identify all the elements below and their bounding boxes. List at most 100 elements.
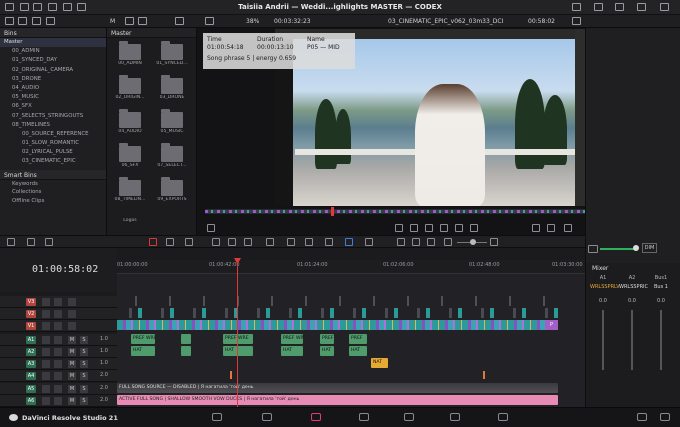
media-pool-label[interactable]: M	[110, 18, 115, 25]
a5-clip[interactable]: FULL SONG SOURCE — DISABLED | Я нагатила…	[117, 383, 558, 393]
track-visibility-icon[interactable]	[68, 322, 76, 330]
loop-icon[interactable]	[470, 224, 478, 232]
bin-item[interactable]: 08_TIMELINES	[0, 121, 106, 130]
bin-item[interactable]: 00_ADMIN	[0, 47, 106, 56]
track-lock-icon[interactable]	[42, 360, 50, 368]
deliver-page-icon[interactable]	[498, 413, 508, 421]
bin-subitem[interactable]: 03_CINEMATIC_EPIC	[0, 157, 106, 166]
track-link-icon[interactable]	[54, 298, 62, 306]
track-solo-button[interactable]: S	[80, 348, 88, 356]
track-header-v2[interactable]: V2	[0, 308, 117, 320]
a1-clip[interactable]: PREF WRE	[223, 334, 253, 344]
viewer-mode-icon[interactable]	[207, 224, 215, 232]
v3-clip-strip[interactable]	[117, 296, 558, 306]
timeline-playhead[interactable]	[237, 263, 238, 407]
track-mute-button[interactable]: M	[68, 372, 76, 380]
a1-clip[interactable]: PREF WRE	[281, 334, 303, 344]
marker-icon[interactable]	[345, 238, 353, 246]
a3-clip[interactable]: NAT	[371, 358, 388, 368]
a1-clip[interactable]	[181, 334, 191, 344]
mixer-icon[interactable]	[594, 3, 603, 11]
track-mute-button[interactable]: M	[68, 348, 76, 356]
lock-icon[interactable]	[305, 238, 313, 246]
track-header-v3[interactable]: V3	[0, 296, 117, 308]
track-lock-icon[interactable]	[42, 322, 50, 330]
folder-tile[interactable]: 00_ADMIN	[110, 41, 150, 72]
settings-page-icon[interactable]	[660, 413, 670, 421]
track-solo-button[interactable]: S	[80, 336, 88, 344]
bin-subitem[interactable]: 02_LYRICAL_PULSE	[0, 148, 106, 157]
zoom-detail-icon[interactable]	[412, 238, 420, 246]
audio-icon[interactable]	[27, 238, 35, 246]
settings-icon[interactable]	[660, 3, 669, 11]
fairlight-page-icon[interactable]	[450, 413, 460, 421]
overwrite-icon[interactable]	[228, 238, 236, 246]
list-view-icon[interactable]	[138, 17, 147, 25]
snap-icon[interactable]	[266, 238, 274, 246]
color-marker-icon[interactable]	[365, 238, 373, 246]
track-link-icon[interactable]	[54, 385, 62, 393]
track-link-icon[interactable]	[54, 310, 62, 318]
v2-clip-strip[interactable]	[117, 308, 558, 318]
match-frame-icon[interactable]	[564, 224, 572, 232]
bin-item[interactable]: 02_ORIGINAL_CAMERA	[0, 66, 106, 75]
replace-icon[interactable]	[244, 238, 252, 246]
layout-toggle-icon[interactable]	[5, 17, 14, 25]
layout-icon[interactable]	[7, 238, 15, 246]
more-options-icon[interactable]	[572, 17, 581, 25]
track-link-icon[interactable]	[54, 348, 62, 356]
dim-button[interactable]: DIM	[642, 243, 657, 253]
track-visibility-icon[interactable]	[68, 298, 76, 306]
color-page-icon[interactable]	[404, 413, 414, 421]
track-lock-icon[interactable]	[42, 298, 50, 306]
a4-clip[interactable]	[230, 371, 232, 379]
zoom-slider-handle[interactable]	[470, 239, 476, 245]
zoom-in-icon[interactable]	[490, 238, 498, 246]
bin-subitem[interactable]: 01_SLOW_ROMANTIC	[0, 139, 106, 148]
timeline-ruler[interactable]: 01:00:00:00 01:00:42:00 01:01:24:00 01:0…	[117, 260, 585, 274]
track-header-a6[interactable]: A6 M S 2.0	[0, 395, 117, 407]
fader-track[interactable]	[631, 310, 633, 370]
timeline-timecode[interactable]: 01:00:58:02	[32, 264, 98, 275]
folder-tile[interactable]: 06_SFX	[110, 143, 150, 174]
bin-master[interactable]: Master	[0, 38, 106, 48]
track-solo-button[interactable]: S	[80, 372, 88, 380]
track-mute-button[interactable]: M	[68, 397, 76, 405]
sort-icon[interactable]	[46, 17, 55, 25]
track-header-a3[interactable]: A3 M S 1.0	[0, 358, 117, 370]
selection-tool-icon[interactable]	[149, 238, 157, 246]
volume-slider[interactable]	[600, 248, 636, 250]
a6-clip[interactable]: ACTIVE FULL SONG | SHALLOW SMOOTH VOW DU…	[117, 395, 558, 405]
track-header-a1[interactable]: A1 M S 1.0	[0, 334, 117, 346]
volume-handle[interactable]	[633, 245, 639, 251]
home-page-icon[interactable]	[637, 413, 647, 421]
play-reverse-icon[interactable]	[410, 224, 418, 232]
track-lock-icon[interactable]	[42, 372, 50, 380]
skip-back-icon[interactable]	[395, 224, 403, 232]
viewer-options-icon[interactable]	[205, 17, 214, 25]
track-header-v1[interactable]: V1	[0, 320, 117, 332]
a1-clip[interactable]: PREF	[349, 334, 367, 344]
folder-tile[interactable]: 04_AUDIO	[110, 109, 150, 140]
bin-item[interactable]: 06_SFX	[0, 102, 106, 111]
trim-tool-icon[interactable]	[166, 238, 174, 246]
folder-tile[interactable]: Logos	[110, 212, 150, 226]
v1-clip-strip[interactable]	[117, 320, 558, 330]
track-header-a4[interactable]: A4 M S 2.0	[0, 370, 117, 382]
search-icon[interactable]	[32, 17, 41, 25]
track-lock-icon[interactable]	[42, 385, 50, 393]
a2-clip[interactable]: HAT	[223, 346, 253, 356]
effects-icon[interactable]	[615, 3, 624, 11]
a2-clip[interactable]: HAT	[281, 346, 303, 356]
track-lock-icon[interactable]	[42, 348, 50, 356]
edit-page-icon[interactable]	[311, 413, 321, 421]
track-mute-button[interactable]: M	[68, 336, 76, 344]
zoom-full-icon[interactable]	[397, 238, 405, 246]
thumbnail-view-icon[interactable]	[125, 17, 134, 25]
track-mute-button[interactable]: M	[68, 360, 76, 368]
play-icon[interactable]	[440, 224, 448, 232]
bin-item[interactable]: 04_AUDIO	[0, 84, 106, 93]
blade-tool-icon[interactable]	[185, 238, 193, 246]
smart-bin-item[interactable]: Collections	[0, 188, 106, 197]
a2-clip[interactable]: HAT	[320, 346, 334, 356]
